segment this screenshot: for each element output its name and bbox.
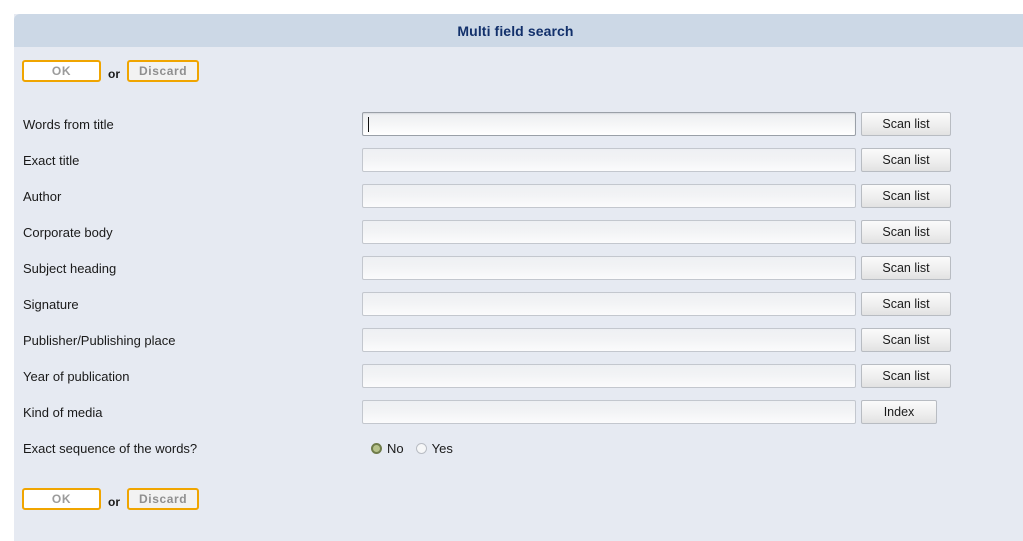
field-label: Author: [23, 188, 62, 204]
scan-list-button[interactable]: Scan list: [861, 328, 951, 352]
field-row: Exact title Scan list: [14, 142, 1023, 178]
field-row: Year of publication Scan list: [14, 358, 1023, 394]
scan-list-button[interactable]: Scan list: [861, 112, 951, 136]
discard-button-bottom[interactable]: Discard: [127, 488, 200, 510]
bottom-action-bar-wrap: OK or Discard: [14, 478, 1023, 510]
or-separator-top: or: [108, 67, 120, 81]
radio-selected-icon[interactable]: [371, 442, 382, 454]
scan-list-button[interactable]: Scan list: [861, 256, 951, 280]
field-row: Words from title Scan list: [14, 106, 1023, 142]
field-cell: [362, 364, 856, 388]
bottom-action-bar: OK or Discard: [14, 478, 1023, 510]
text-input[interactable]: [362, 220, 856, 244]
field-label: Publisher/Publishing place: [23, 332, 176, 348]
field-row: Signature Scan list: [14, 286, 1023, 322]
field-label: Words from title: [23, 116, 114, 132]
search-fields-container: Words from title Scan list Exact title Scan…: [14, 106, 1023, 466]
field-label: Signature: [23, 296, 79, 312]
radio-option[interactable]: Yes: [415, 440, 453, 456]
text-input[interactable]: [362, 184, 856, 208]
field-cell: [362, 328, 856, 352]
search-form-page: Multi field search OK or Discard Words f…: [14, 14, 1023, 541]
radio-unselected-icon[interactable]: [415, 442, 427, 454]
field-row: Publisher/Publishing place Scan list: [14, 322, 1023, 358]
scan-list-button[interactable]: Scan list: [861, 148, 951, 172]
exact-sequence-row: Exact sequence of the words? No Yes: [14, 430, 1023, 466]
exact-sequence-label: Exact sequence of the words?: [23, 440, 198, 456]
text-input[interactable]: [362, 400, 856, 424]
window-title-bar: Multi field search: [14, 14, 1023, 47]
field-row: Subject heading Scan list: [14, 250, 1023, 286]
field-label: Subject heading: [23, 260, 117, 276]
ok-button-top[interactable]: OK: [22, 60, 101, 82]
discard-button-top[interactable]: Discard: [127, 60, 200, 82]
field-label: Corporate body: [23, 224, 113, 240]
scan-list-button[interactable]: Scan list: [861, 184, 951, 208]
or-separator-bottom: or: [108, 495, 120, 509]
page-title: Multi field search: [457, 22, 574, 39]
field-cell: [362, 400, 856, 424]
scan-list-button[interactable]: Scan list: [861, 220, 951, 244]
field-row: Author Scan list: [14, 178, 1023, 214]
field-row: Corporate body Scan list: [14, 214, 1023, 250]
field-label: Exact title: [23, 152, 80, 168]
radio-group: No Yes: [362, 441, 465, 456]
field-cell: [362, 148, 856, 172]
text-input[interactable]: [362, 292, 856, 316]
text-cursor: [368, 117, 369, 132]
scan-list-button[interactable]: Scan list: [861, 292, 951, 316]
field-cell: [362, 292, 856, 316]
text-input[interactable]: [362, 364, 856, 388]
scan-list-button[interactable]: Scan list: [861, 364, 951, 388]
field-cell: [362, 256, 856, 280]
text-input[interactable]: [362, 328, 856, 352]
text-input[interactable]: [362, 112, 856, 136]
radio-option-label: Yes: [431, 440, 453, 456]
field-label: Year of publication: [23, 368, 130, 384]
field-cell: [362, 112, 856, 136]
ok-button-bottom[interactable]: OK: [22, 488, 101, 510]
radio-option[interactable]: No: [371, 441, 404, 456]
index-button[interactable]: Index: [861, 400, 937, 424]
top-action-bar: OK or Discard: [14, 47, 1023, 82]
field-cell: [362, 184, 856, 208]
text-input[interactable]: [362, 148, 856, 172]
field-row: Kind of media Index: [14, 394, 1023, 430]
field-label: Kind of media: [23, 404, 103, 420]
text-input[interactable]: [362, 256, 856, 280]
radio-option-label: No: [387, 440, 404, 456]
field-cell: [362, 220, 856, 244]
